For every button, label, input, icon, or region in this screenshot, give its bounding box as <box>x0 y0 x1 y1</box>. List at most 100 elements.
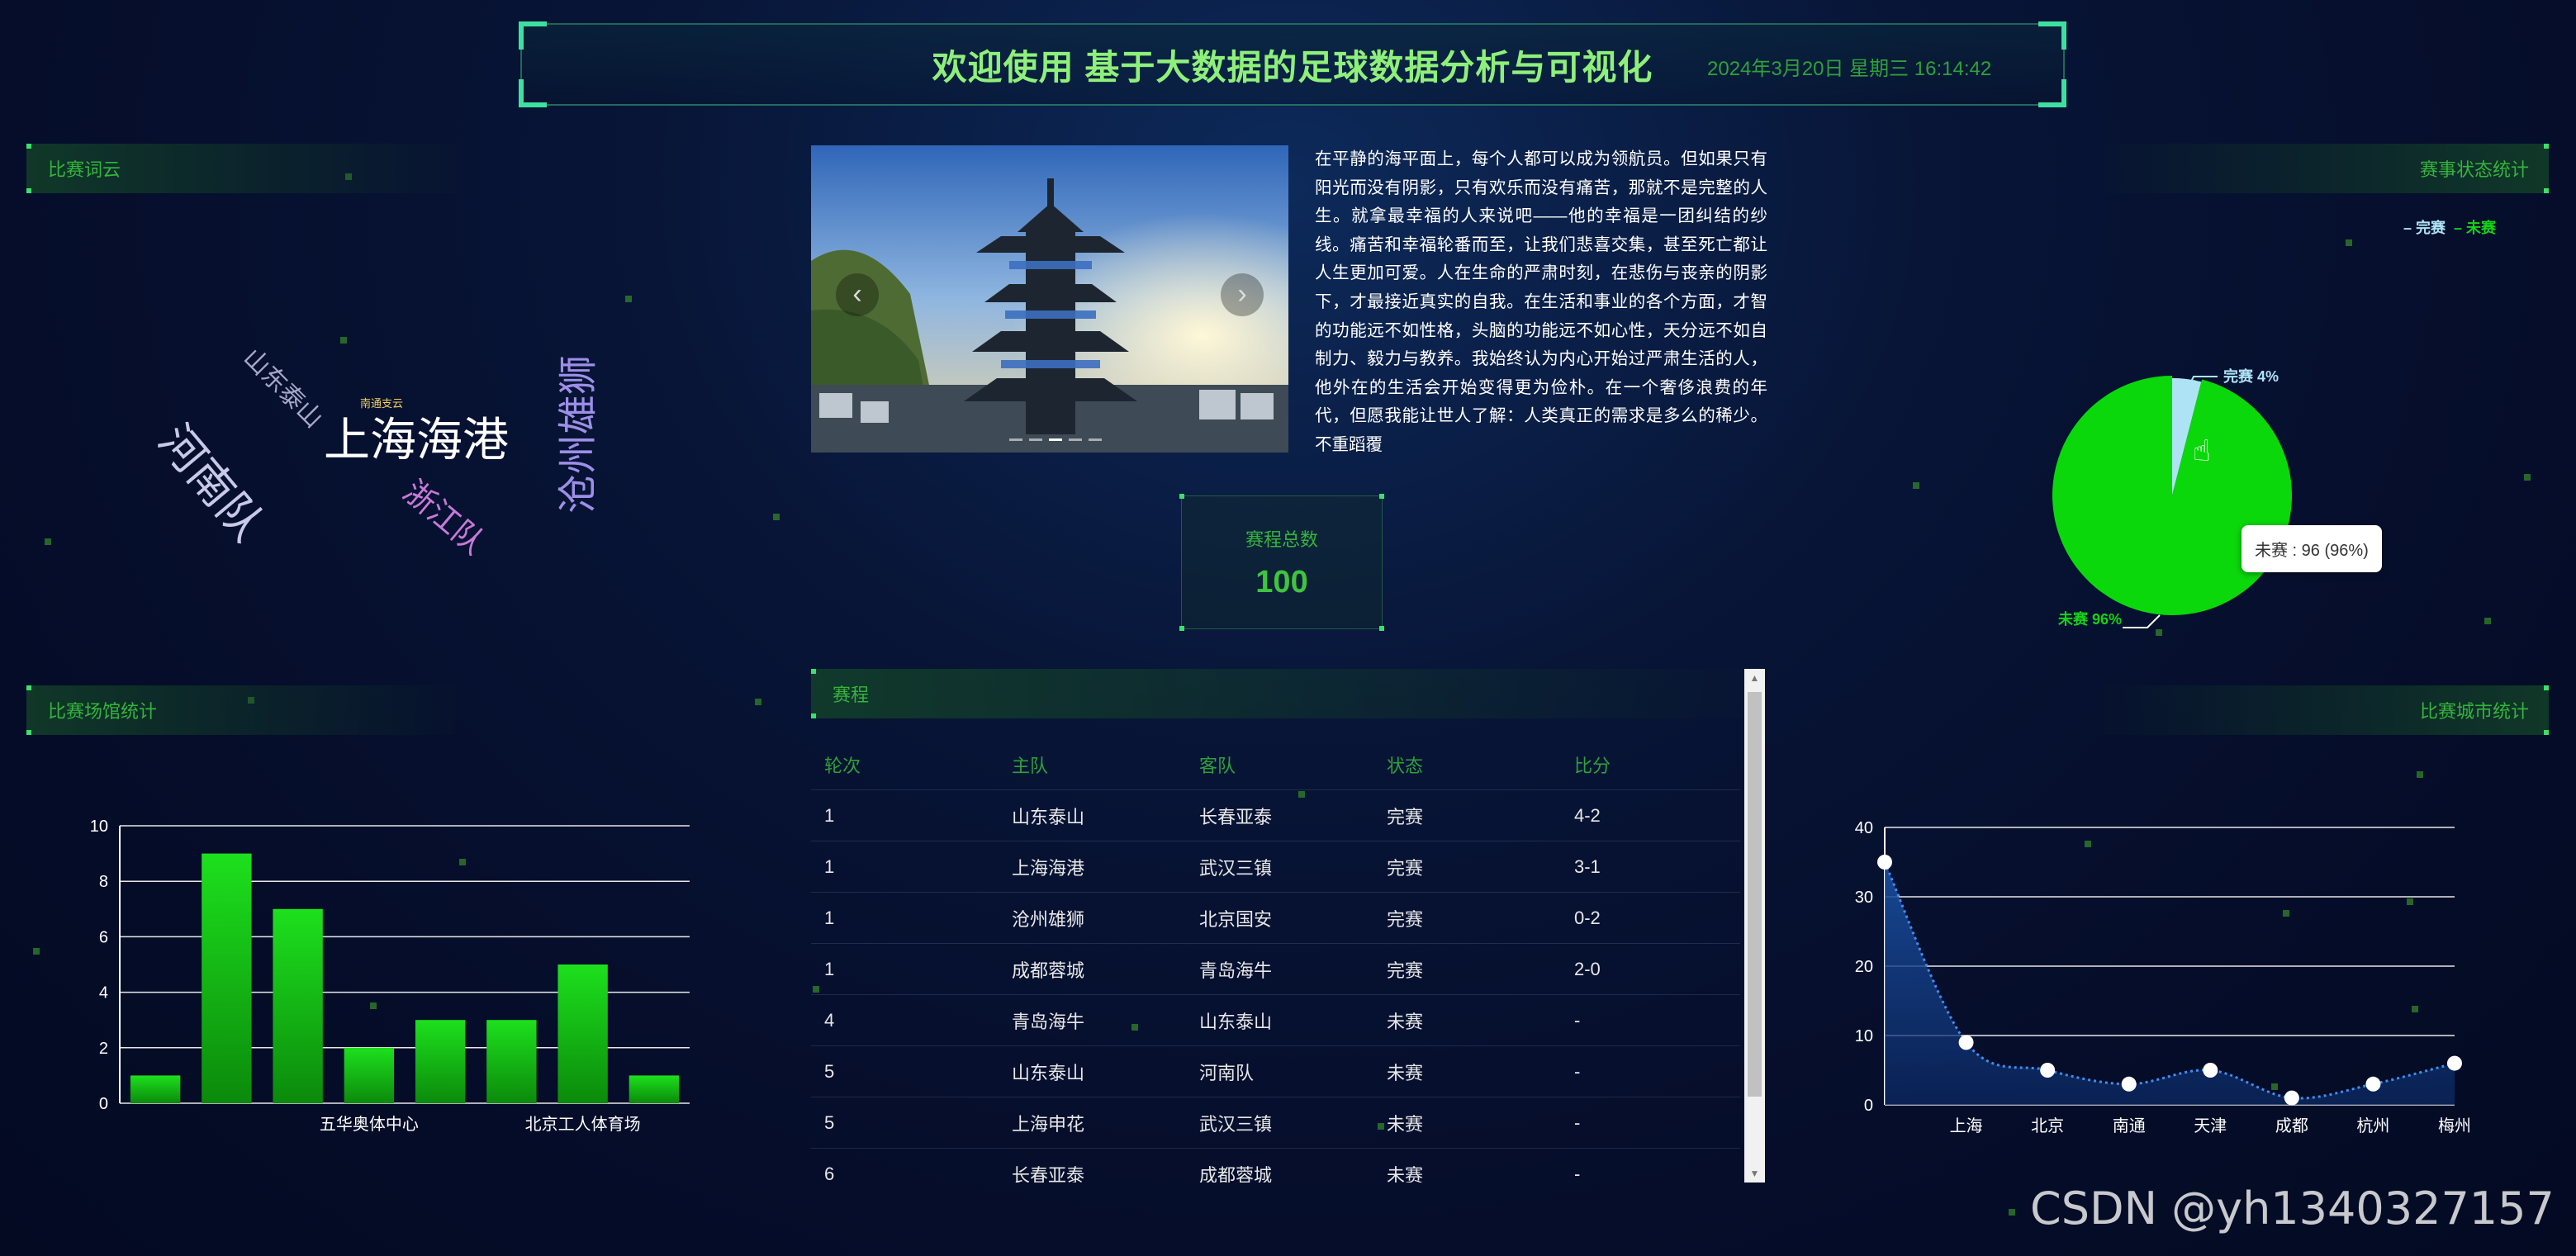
wordcloud-word[interactable]: 沧州雄狮 <box>545 355 603 514</box>
table-cell: 1 <box>811 789 999 841</box>
csdn-watermark: CSDN @yh1340327157 <box>2030 1183 2555 1235</box>
column-header[interactable]: 主队 <box>999 740 1186 790</box>
bar[interactable] <box>130 1075 181 1103</box>
column-header[interactable]: 状态 <box>1373 740 1561 790</box>
table-cell: 未赛 <box>1373 1045 1561 1097</box>
background-dot <box>755 699 761 705</box>
carousel-indicator[interactable] <box>1089 438 1102 441</box>
card-corner-mark <box>1179 626 1184 631</box>
bar[interactable] <box>557 965 608 1103</box>
table-row[interactable]: 1 上海海港 武汉三镇 完赛 3-1 <box>811 841 1740 893</box>
y-tick-label: 40 <box>1855 819 1873 837</box>
table-row[interactable]: 5 上海申花 武汉三镇 未赛 - <box>811 1097 1740 1149</box>
table-cell: - <box>1561 1097 1740 1149</box>
page-title: 欢迎使用 基于大数据的足球数据分析与可视化 <box>932 47 1653 87</box>
y-tick-label: 30 <box>1855 889 1873 907</box>
data-point[interactable] <box>2365 1076 2381 1092</box>
table-cell: 山东泰山 <box>999 789 1186 841</box>
area-fill <box>1885 862 2455 1105</box>
table-cell: 武汉三镇 <box>1186 841 1373 893</box>
panel-title-text: 赛程 <box>833 685 870 705</box>
header-datetime: 2024年3月20日 星期三 16:14:42 <box>1707 58 1992 80</box>
panel-corner-mark <box>26 730 31 735</box>
table-row[interactable]: 1 沧州雄狮 北京国安 完赛 0-2 <box>811 892 1740 944</box>
status-pie-chart[interactable]: 完赛 4% 未赛 96% ☝ <box>2032 347 2362 644</box>
data-point[interactable] <box>2203 1063 2218 1078</box>
wordcloud-word[interactable]: 南通支云 <box>360 395 403 410</box>
table-cell: 完赛 <box>1373 943 1561 995</box>
pagoda-photo <box>811 145 1288 453</box>
table-cell: 1 <box>811 892 999 944</box>
background-dot <box>625 296 632 302</box>
table-cell: 长春亚泰 <box>999 1148 1186 1183</box>
table-cell: 0-2 <box>1561 892 1740 944</box>
scrollbar-thumb[interactable] <box>1748 692 1762 1097</box>
table-row[interactable]: 4 青岛海牛 山东泰山 未赛 - <box>811 994 1740 1046</box>
data-point[interactable] <box>2121 1076 2137 1092</box>
legend-item-finished[interactable]: – 完赛 <box>2403 216 2446 238</box>
table-cell: 未赛 <box>1373 994 1561 1046</box>
legend-label: 完赛 <box>2416 220 2446 236</box>
carousel-indicator-active[interactable] <box>1049 438 1062 441</box>
carousel-indicator[interactable] <box>1069 438 1082 441</box>
wordcloud-word[interactable]: 河南队 <box>146 408 282 552</box>
data-point[interactable] <box>2284 1090 2299 1106</box>
table-cell: 未赛 <box>1373 1097 1561 1149</box>
data-point[interactable] <box>2447 1055 2462 1071</box>
panel-corner-mark <box>26 144 31 149</box>
pie-label: 完赛 4% <box>2223 367 2279 385</box>
x-tick-label: 北京 <box>2031 1116 2064 1135</box>
pie-legend: – 完赛 – 未赛 <box>2403 216 2496 238</box>
scroll-down-icon[interactable]: ▼ <box>1744 1164 1765 1183</box>
wordcloud-word[interactable]: 上海海港 <box>324 403 509 470</box>
table-row[interactable]: 6 长春亚泰 成都蓉城 未赛 - <box>811 1148 1740 1183</box>
bar[interactable] <box>629 1075 680 1103</box>
bar[interactable] <box>486 1020 537 1103</box>
column-header[interactable]: 客队 <box>1186 740 1373 790</box>
table-cell: - <box>1561 994 1740 1046</box>
city-line-chart[interactable]: 0 10 20 30 40 上海 北京 南通 天津 成都 杭州 梅州 <box>1834 809 2486 1156</box>
x-tick-label: 梅州 <box>2438 1116 2471 1135</box>
bar[interactable] <box>273 908 323 1103</box>
carousel-indicator[interactable] <box>1009 438 1022 441</box>
data-point[interactable] <box>2040 1063 2056 1078</box>
bar[interactable] <box>415 1020 466 1103</box>
bar[interactable] <box>344 1047 395 1103</box>
image-carousel[interactable]: ‹ › <box>811 145 1288 453</box>
table-cell: 沧州雄狮 <box>999 892 1186 944</box>
table-row[interactable]: 1 成都蓉城 青岛海牛 完赛 2-0 <box>811 943 1740 995</box>
panel-corner-mark <box>2544 685 2549 690</box>
table-row[interactable]: 5 山东泰山 河南队 未赛 - <box>811 1045 1740 1097</box>
table-cell: 5 <box>811 1045 999 1097</box>
y-tick-label: 20 <box>1855 958 1873 976</box>
table-scrollbar[interactable]: ▲ ▼ <box>1744 669 1765 1183</box>
column-header[interactable]: 轮次 <box>811 740 999 790</box>
table-row[interactable]: 1 山东泰山 长春亚泰 完赛 4-2 <box>811 789 1740 841</box>
column-header[interactable]: 比分 <box>1561 740 1740 790</box>
x-tick-label: 成都 <box>2275 1116 2308 1135</box>
pie-slice[interactable] <box>2052 376 2292 615</box>
background-dot <box>45 538 51 545</box>
wordcloud-panel-title: 比赛词云 <box>26 144 456 193</box>
table-cell: - <box>1561 1045 1740 1097</box>
scroll-up-icon[interactable]: ▲ <box>1744 669 1765 687</box>
data-point[interactable] <box>1877 855 1892 870</box>
bar[interactable] <box>202 853 252 1103</box>
venue-bar-chart[interactable]: 0 2 4 6 8 10 五华奥体中心 北京工人体育场 <box>50 809 710 1156</box>
table-cell: 山东泰山 <box>999 1045 1186 1097</box>
data-point[interactable] <box>1958 1035 1974 1050</box>
carousel-prev-button[interactable]: ‹ <box>836 273 879 316</box>
carousel-next-button[interactable]: › <box>1221 273 1264 316</box>
schedule-table: 轮次 主队 客队 状态 比分 1 山东泰山 长春亚泰 完赛 4-2 1 上海海港 武汉三镇 完赛… <box>811 740 1740 1183</box>
table-cell: 山东泰山 <box>1186 994 1373 1046</box>
card-corner-mark <box>1379 494 1384 499</box>
wordcloud-word[interactable]: 浙江队 <box>396 467 497 562</box>
card-corner-mark <box>1179 494 1184 499</box>
background-dot <box>773 514 780 520</box>
table-cell: 北京国安 <box>1186 892 1373 944</box>
carousel-indicator[interactable] <box>1029 438 1042 441</box>
chart-tooltip: 未赛 : 96 (96%) <box>2242 525 2382 572</box>
wordcloud-word[interactable]: 山东泰山 <box>237 339 333 434</box>
schedule-panel: 赛程 轮次 主队 客队 状态 比分 1 山东泰山 长春亚泰 完赛 4-2 1 上海海港 武汉三… <box>811 669 1765 1183</box>
legend-item-unplayed[interactable]: – 未赛 <box>2454 216 2496 238</box>
